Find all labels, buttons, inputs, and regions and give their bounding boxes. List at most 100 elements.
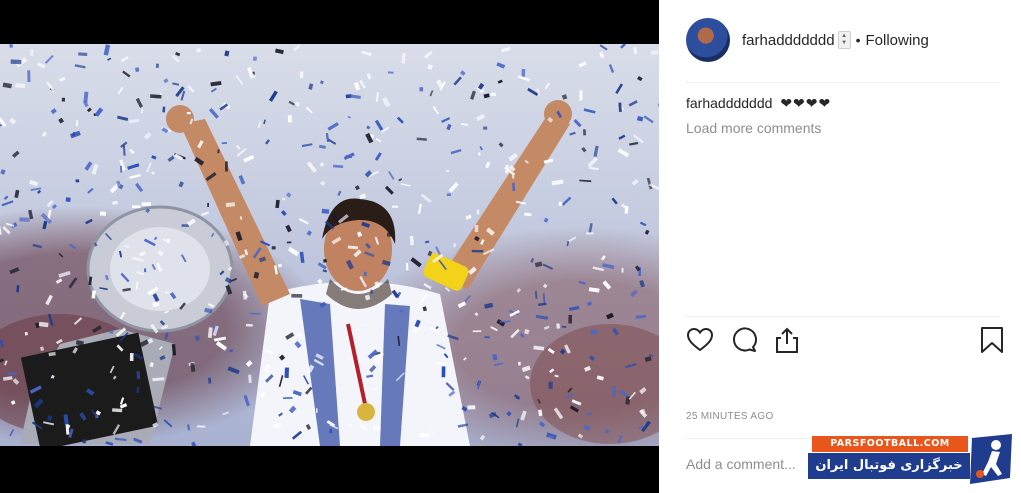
- username-link[interactable]: farhaddddddd: [742, 32, 835, 49]
- confetti-piece: [543, 217, 549, 223]
- confetti-piece: [632, 134, 644, 144]
- confetti-piece: [3, 195, 9, 201]
- confetti-piece: [122, 70, 131, 78]
- confetti-piece: [9, 428, 15, 437]
- confetti-piece: [606, 312, 614, 320]
- confetti-piece: [521, 365, 531, 373]
- confetti-piece: [229, 348, 234, 353]
- confetti-piece: [578, 280, 586, 285]
- confetti-piece: [327, 122, 339, 131]
- confetti-piece: [588, 166, 599, 171]
- confetti-piece: [319, 161, 325, 168]
- confetti-piece: [381, 97, 391, 108]
- confetti-piece: [19, 217, 30, 222]
- confetti-piece: [162, 106, 166, 113]
- confetti-piece: [483, 126, 488, 130]
- confetti-piece: [37, 189, 42, 194]
- confetti-piece: [319, 80, 324, 85]
- confetti-piece: [542, 283, 548, 289]
- confetti-piece: [308, 83, 314, 90]
- confetti-piece: [103, 44, 111, 56]
- confetti-piece: [538, 421, 546, 428]
- confetti-piece: [409, 235, 414, 246]
- confetti-piece: [588, 287, 600, 293]
- comment-icon[interactable]: [730, 326, 760, 356]
- confetti-piece: [141, 202, 151, 207]
- actions-divider: [686, 316, 1000, 317]
- confetti-piece: [46, 81, 55, 93]
- confetti-piece: [484, 302, 494, 309]
- confetti-piece: [364, 170, 373, 178]
- confetti-piece: [278, 263, 282, 268]
- confetti-piece: [263, 119, 266, 125]
- heart-icon[interactable]: [686, 326, 716, 356]
- confetti-piece: [496, 319, 506, 327]
- confetti-piece: [174, 153, 184, 161]
- confetti-piece: [1, 200, 14, 207]
- confetti-piece: [191, 441, 199, 446]
- post-sidebar: farhaddddddd ▲ ▼ • Following farhaddddddd…: [659, 0, 1021, 493]
- confetti-piece: [52, 204, 57, 209]
- confetti-piece: [99, 211, 107, 216]
- confetti-piece: [227, 366, 240, 375]
- confetti-piece: [265, 139, 270, 145]
- confetti-piece: [135, 182, 144, 193]
- confetti-piece: [592, 266, 605, 272]
- confetti-piece: [551, 179, 564, 186]
- following-button[interactable]: Following: [866, 32, 929, 49]
- confetti-piece: [9, 117, 17, 125]
- parsfootball-watermark: PARSFOOTBALL.COM خبرگزاری فوتبال ایران: [808, 434, 1018, 486]
- confetti-piece: [10, 59, 22, 65]
- confetti-piece: [75, 120, 79, 127]
- confetti-piece: [561, 196, 572, 206]
- confetti-piece: [85, 218, 93, 225]
- confetti-piece: [441, 117, 451, 123]
- confetti-piece: [186, 112, 191, 115]
- confetti-piece: [91, 163, 99, 175]
- confetti-piece: [271, 246, 276, 250]
- post-timestamp: 25 MINUTES AGO: [686, 411, 774, 422]
- confetti-piece: [384, 185, 394, 195]
- confetti-piece: [112, 200, 119, 205]
- confetti-piece: [207, 202, 209, 207]
- avatar[interactable]: [686, 18, 730, 62]
- confetti-piece: [155, 63, 159, 68]
- confetti-piece: [628, 100, 638, 107]
- confetti-piece: [55, 278, 63, 284]
- confetti-piece: [207, 377, 212, 384]
- confetti-piece: [208, 108, 219, 119]
- confetti-piece: [420, 193, 432, 203]
- confetti-piece: [68, 277, 78, 289]
- confetti-piece: [296, 333, 302, 338]
- post-photo[interactable]: [0, 44, 659, 446]
- confetti-piece: [490, 326, 498, 332]
- confetti-piece: [325, 132, 330, 143]
- confetti-piece: [58, 270, 71, 278]
- confetti-piece: [287, 246, 300, 257]
- share-icon[interactable]: [773, 326, 803, 356]
- confetti-piece: [636, 116, 644, 122]
- confetti-piece: [243, 394, 250, 407]
- confetti-piece: [321, 208, 330, 214]
- confetti-piece: [388, 171, 395, 180]
- confetti-piece: [287, 114, 292, 123]
- confetti-piece: [363, 271, 367, 277]
- confetti-piece: [493, 362, 504, 367]
- confetti-piece: [120, 56, 129, 63]
- load-more-comments-link[interactable]: Load more comments: [686, 120, 821, 136]
- caption-username[interactable]: farhaddddddd: [686, 95, 772, 111]
- confetti-piece: [167, 155, 175, 163]
- confetti-piece: [9, 267, 20, 275]
- confetti-piece: [242, 290, 248, 300]
- confetti-piece: [538, 302, 547, 306]
- confetti-piece: [131, 205, 141, 209]
- confetti-piece: [639, 279, 645, 288]
- confetti-piece: [306, 161, 317, 173]
- confetti-piece: [293, 44, 301, 52]
- confetti-piece: [30, 49, 34, 57]
- post-header: farhaddddddd ▲ ▼ • Following: [686, 16, 929, 64]
- confetti-piece: [42, 220, 48, 230]
- confetti-piece: [446, 193, 452, 197]
- bookmark-icon[interactable]: [978, 326, 1008, 356]
- confetti-piece: [386, 232, 392, 237]
